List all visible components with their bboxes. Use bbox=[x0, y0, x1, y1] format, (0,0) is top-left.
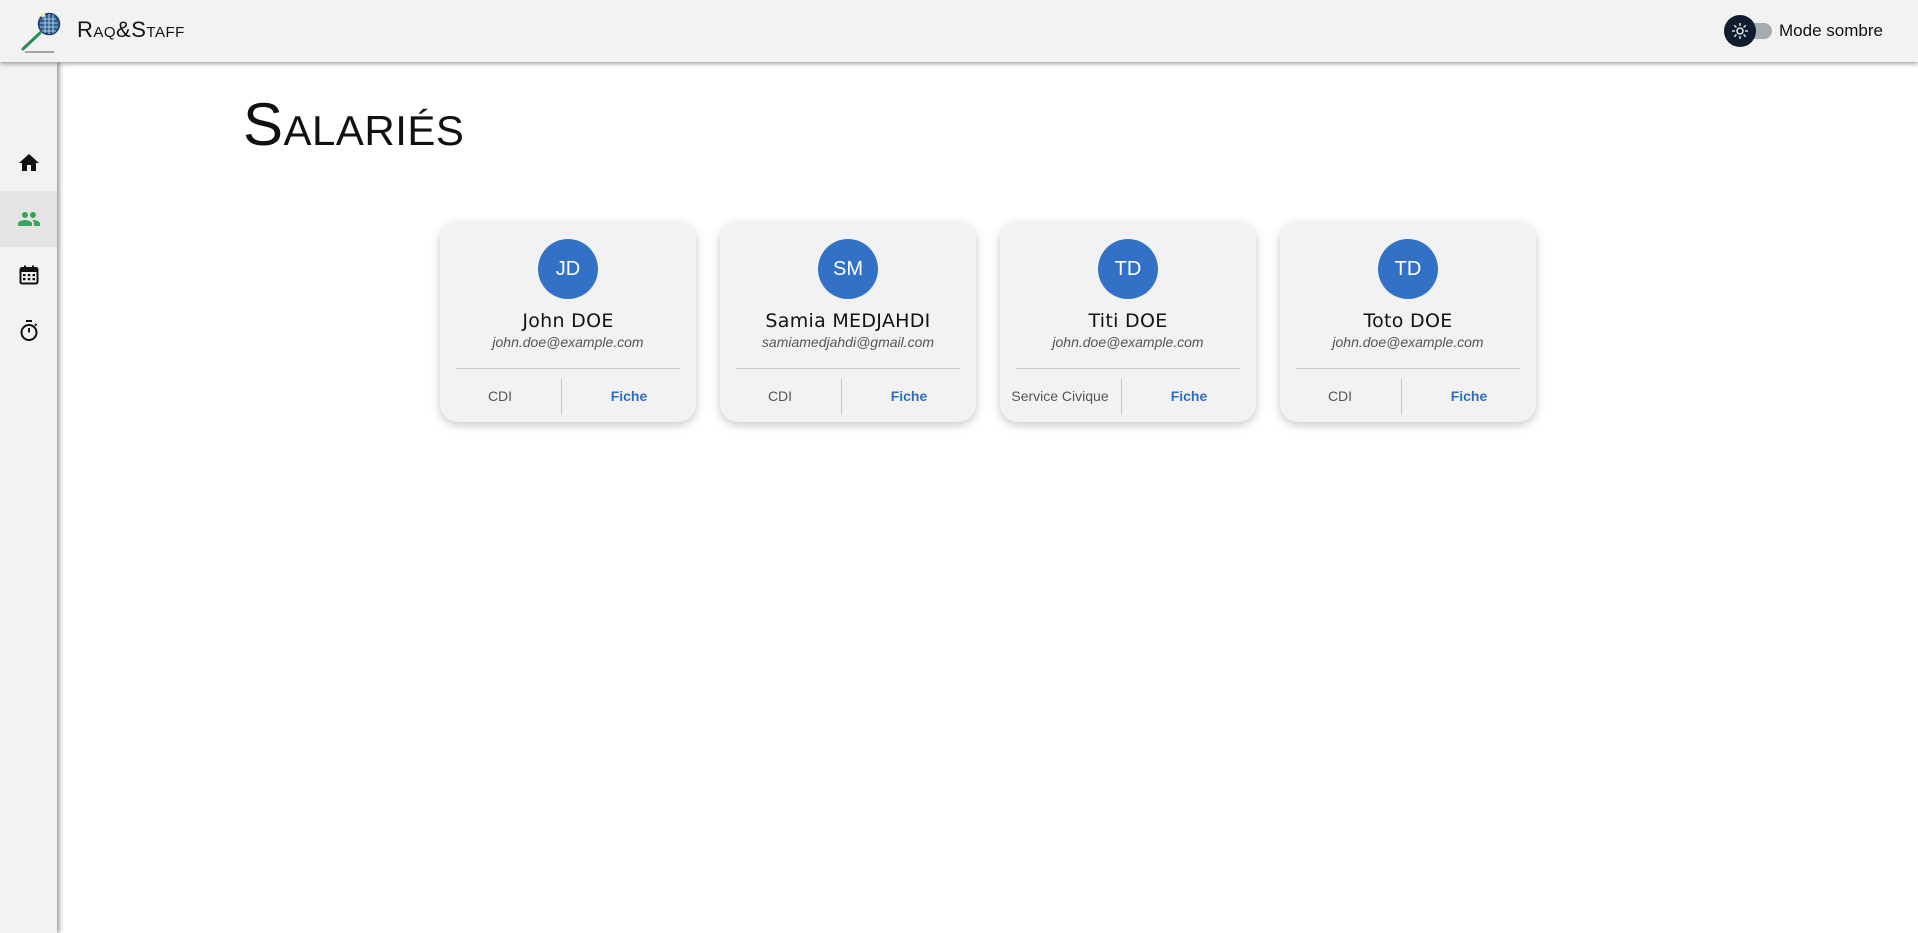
sidebar-nav bbox=[0, 62, 57, 933]
calendar-icon bbox=[19, 265, 38, 285]
contract-type: Service Civique bbox=[1011, 388, 1109, 404]
employee-card: JD John DOE john.doe@example.com CDI Fic… bbox=[440, 222, 696, 422]
home-icon bbox=[18, 154, 39, 171]
sidebar-item-timer[interactable] bbox=[0, 303, 57, 359]
sidebar-item-calendar[interactable] bbox=[0, 247, 57, 303]
employee-name: Toto DOE bbox=[1363, 310, 1453, 332]
employee-name: Titi DOE bbox=[1088, 310, 1168, 332]
employee-email: john.doe@example.com bbox=[1332, 334, 1484, 350]
card-divider bbox=[736, 368, 960, 369]
sun-icon bbox=[1731, 22, 1749, 40]
employee-name: Samia MEDJAHDI bbox=[765, 310, 931, 332]
employee-card: TD Toto DOE john.doe@example.com CDI Fic… bbox=[1280, 222, 1536, 422]
sidebar-item-employees[interactable] bbox=[0, 191, 57, 247]
people-icon bbox=[17, 212, 40, 226]
avatar: TD bbox=[1378, 239, 1438, 299]
timer-icon bbox=[20, 320, 37, 341]
avatar: TD bbox=[1098, 239, 1158, 299]
employee-profile-button[interactable]: Fiche bbox=[1122, 377, 1256, 415]
dark-mode-toggle[interactable] bbox=[1724, 15, 1774, 47]
app-brand-name[interactable]: Raq&Staff bbox=[77, 17, 185, 43]
contract-type: CDI bbox=[487, 388, 513, 404]
racket-logo-icon[interactable] bbox=[20, 11, 62, 53]
employee-profile-button[interactable]: Fiche bbox=[1402, 377, 1536, 415]
card-divider bbox=[1016, 368, 1240, 369]
employee-email: samiamedjahdi@gmail.com bbox=[761, 334, 935, 350]
employee-profile-button[interactable]: Fiche bbox=[842, 377, 976, 415]
avatar: SM bbox=[818, 239, 878, 299]
employee-profile-button[interactable]: Fiche bbox=[562, 377, 696, 415]
top-app-bar: Raq&Staff Mode sombre bbox=[0, 0, 1918, 62]
employee-card: SM Samia MEDJAHDI samiamedjahdi@gmail.co… bbox=[720, 222, 976, 422]
employee-email: john.doe@example.com bbox=[1052, 334, 1204, 350]
page-title: Salariés bbox=[243, 91, 465, 158]
toggle-thumb[interactable] bbox=[1724, 15, 1756, 47]
employee-name: John DOE bbox=[522, 310, 614, 332]
sidebar-item-home[interactable] bbox=[0, 135, 57, 191]
dark-mode-label: Mode sombre bbox=[1779, 21, 1883, 40]
employee-email: john.doe@example.com bbox=[492, 334, 644, 350]
contract-type: CDI bbox=[1327, 388, 1353, 404]
employee-card: TD Titi DOE john.doe@example.com Service… bbox=[1000, 222, 1256, 422]
card-divider bbox=[456, 368, 680, 369]
contract-type: CDI bbox=[767, 388, 793, 404]
avatar: JD bbox=[538, 239, 598, 299]
card-divider bbox=[1296, 368, 1520, 369]
